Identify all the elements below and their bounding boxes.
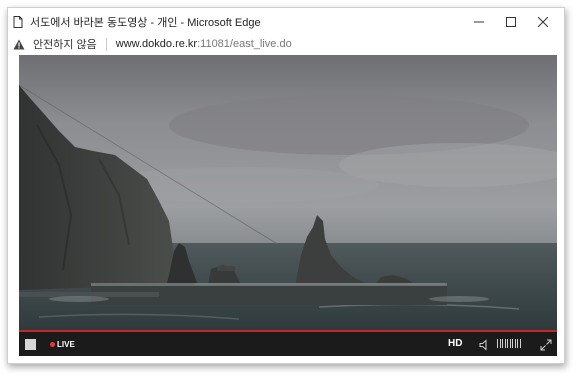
close-icon — [538, 16, 548, 27]
address-divider — [105, 37, 107, 51]
url-path: :11081/east_live.do — [197, 38, 292, 50]
hd-button[interactable]: HD — [448, 338, 462, 349]
warning-icon[interactable] — [13, 37, 27, 51]
maximize-button[interactable] — [495, 10, 527, 33]
live-indicator: LIVE — [50, 340, 75, 349]
live-label: LIVE — [57, 339, 75, 349]
close-button[interactable] — [527, 10, 559, 33]
live-dot-icon — [50, 341, 55, 347]
title-bar: 서도에서 바라본 동도영상 - 개인 - Microsoft Edge — [11, 10, 559, 33]
minimize-button[interactable] — [463, 10, 495, 33]
page-icon — [11, 15, 25, 29]
security-label[interactable]: 안전하지 않음 — [33, 36, 97, 52]
stop-button[interactable] — [25, 338, 36, 350]
speaker-icon[interactable] — [479, 338, 491, 351]
url-field[interactable]: www.dokdo.re.kr:11081/east_live.do — [116, 38, 292, 50]
player-controls: LIVE HD — [19, 332, 557, 356]
fullscreen-icon[interactable] — [540, 338, 552, 351]
volume-slider[interactable] — [497, 339, 522, 348]
maximize-icon — [506, 16, 516, 27]
window-title: 서도에서 바라본 동도영상 - 개인 - Microsoft Edge — [30, 16, 261, 29]
minimize-icon — [474, 21, 484, 22]
video-frame[interactable] — [19, 55, 557, 330]
address-bar[interactable]: 안전하지 않음 www.dokdo.re.kr:11081/east_live.… — [11, 33, 559, 55]
url-host: www.dokdo.re.kr — [115, 38, 198, 50]
video-player[interactable]: LIVE HD — [19, 55, 557, 356]
